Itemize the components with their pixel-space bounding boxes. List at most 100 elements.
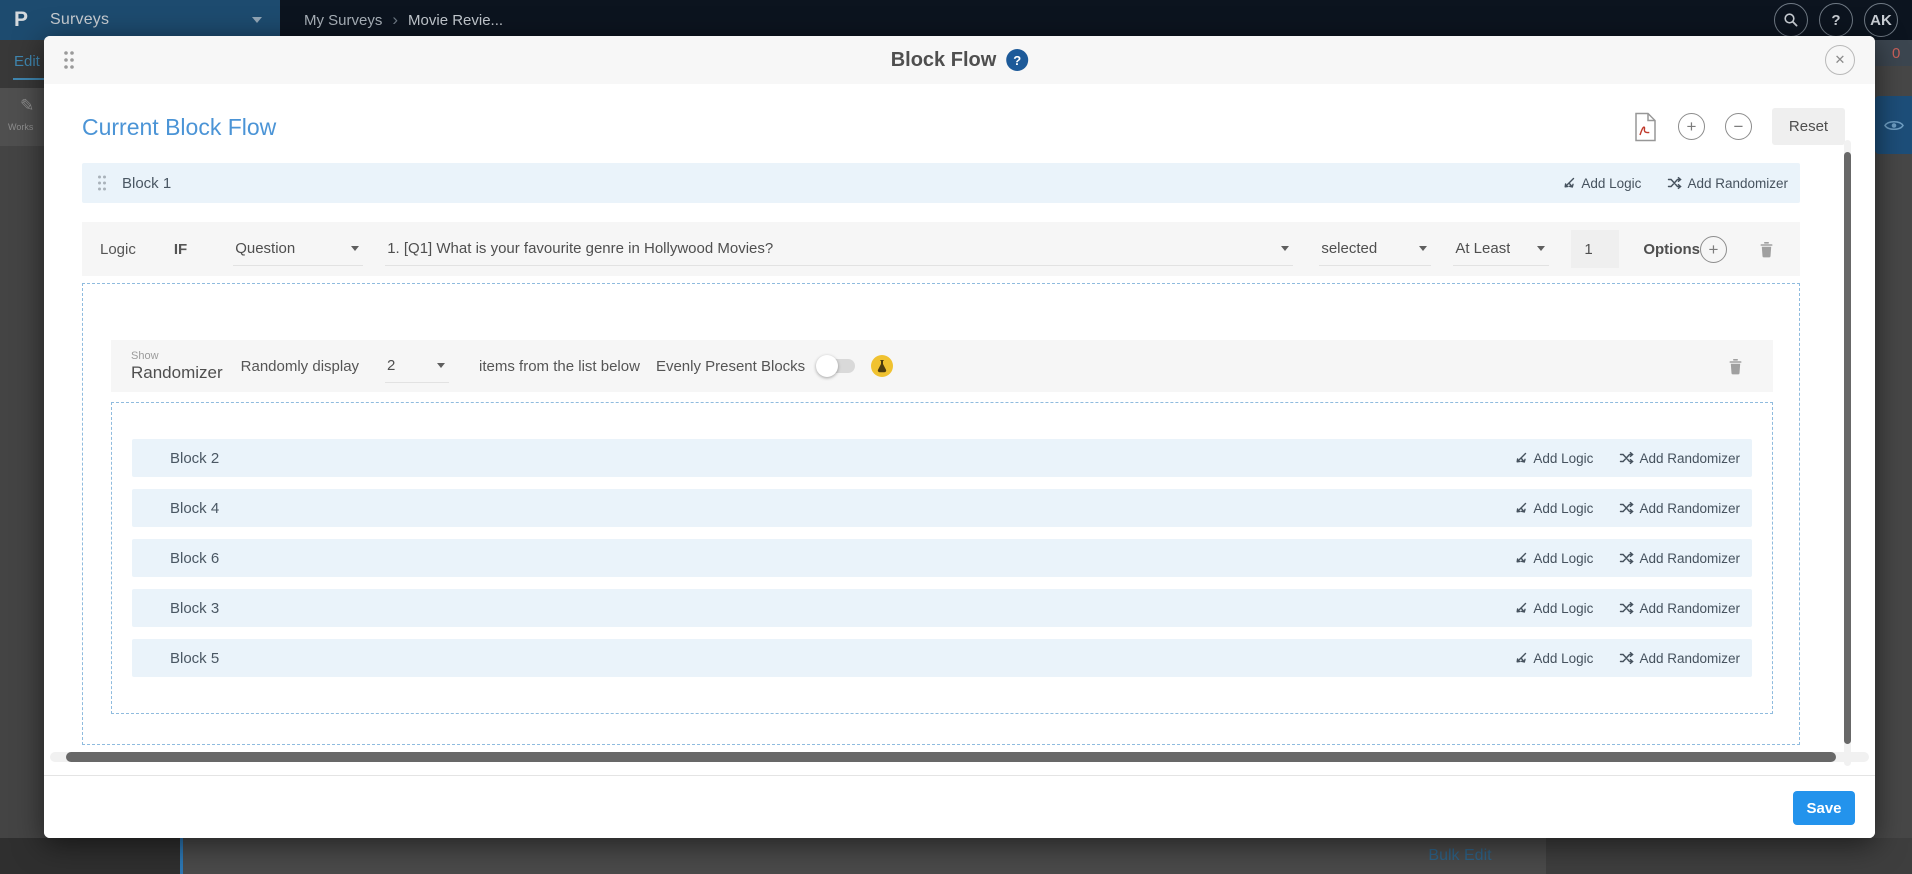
breadcrumb: My Surveys › Movie Revie... [304,0,503,40]
add-randomizer-button[interactable]: Add Randomizer [1619,501,1740,516]
modal-title: Block Flow [890,48,997,71]
breadcrumb-separator-icon: › [392,10,399,29]
zoom-out-button[interactable]: − [1725,113,1752,140]
condition-dropdown[interactable]: selected [1319,232,1432,266]
randomizer-block-list: Block 2 Add Logic Add Randomizer Block 4… [111,402,1773,714]
shuffle-icon [1620,601,1635,615]
logic-row: Logic IF Question 1. [Q1] What is your f… [82,222,1800,276]
count-input[interactable] [1571,230,1620,268]
evenly-present-label: Evenly Present Blocks [655,357,806,375]
help-button[interactable]: ? [1819,3,1853,37]
add-logic-button[interactable]: Add Logic [1562,176,1641,191]
close-button[interactable]: ✕ [1825,45,1855,75]
logic-branch-icon [1516,502,1527,513]
bottom-left-panel [0,838,180,874]
modal-footer: Save [44,775,1875,838]
tab-edit[interactable]: Edit [0,40,44,88]
beta-feature-badge [871,355,894,377]
sidebar-item-workspace[interactable]: ✎ Works [0,88,44,146]
app-topbar: P Surveys My Surveys › Movie Revie... ? … [0,0,1912,40]
eye-icon [1883,120,1904,130]
chevron-down-icon [1419,246,1428,251]
drag-handle-icon[interactable] [96,174,108,192]
left-nav-strip [0,40,44,838]
add-logic-button[interactable]: Add Logic [1514,601,1593,616]
horizontal-scrollbar-thumb[interactable] [66,752,1836,762]
shuffle-icon [1620,651,1635,665]
notification-badge: 0 [1875,40,1912,66]
block-flow-modal: Block Flow ? ✕ Current Block Flow + − Re… [44,36,1875,838]
zoom-in-button[interactable]: + [1678,113,1705,140]
add-randomizer-button[interactable]: Add Randomizer [1667,176,1788,191]
randomizer-mode-label: Randomly display [240,357,360,375]
add-logic-button[interactable]: Add Logic [1514,551,1593,566]
product-switcher[interactable]: P Surveys [0,0,280,40]
vertical-scrollbar-thumb[interactable] [1844,152,1851,744]
add-logic-button[interactable]: Add Logic [1514,501,1593,516]
randomizer-count-dropdown[interactable]: 2 [385,349,450,383]
comparison-dropdown[interactable]: At Least [1453,232,1550,266]
block-row-block6[interactable]: Block 6 Add Logic Add Randomizer [132,539,1752,577]
add-condition-button[interactable]: + [1700,235,1727,263]
section-title: Current Block Flow [82,114,277,140]
block-label: Block 3 [170,599,220,617]
delete-randomizer-icon[interactable] [1728,358,1743,375]
block-label: Block 6 [170,549,220,567]
chevron-down-icon [252,17,262,23]
logic-label: Logic [100,240,136,258]
flask-icon [877,360,887,373]
breadcrumb-my-surveys[interactable]: My Surveys [304,12,382,29]
options-label: Options [1643,240,1700,258]
selected-question-edge [180,838,183,874]
active-tab-underline [13,78,44,80]
preview-button[interactable] [1875,96,1912,154]
add-logic-button[interactable]: Add Logic [1514,451,1593,466]
workspace-icon: ✎ [20,96,35,115]
logic-target-container: Show Randomizer Randomly display 2 items… [82,283,1800,745]
add-logic-button[interactable]: Add Logic [1514,651,1593,666]
shuffle-icon [1668,176,1683,190]
chevron-down-icon [1537,246,1546,251]
add-randomizer-button[interactable]: Add Randomizer [1619,451,1740,466]
reset-button[interactable]: Reset [1772,108,1845,145]
drag-handle-icon[interactable] [62,49,76,71]
search-button[interactable] [1774,3,1808,37]
block-row-block2[interactable]: Block 2 Add Logic Add Randomizer [132,439,1752,477]
delete-logic-icon[interactable] [1759,241,1774,258]
block-label: Block 1 [122,174,172,192]
export-pdf-icon[interactable] [1633,112,1658,142]
shuffle-icon [1620,551,1635,565]
block-row-block1[interactable]: Block 1 Add Logic Add Randomizer [82,163,1800,203]
block-label: Block 2 [170,449,220,467]
bulk-edit-link[interactable]: Bulk Edit [1395,838,1525,874]
add-randomizer-button[interactable]: Add Randomizer [1619,651,1740,666]
avatar[interactable]: AK [1864,3,1898,37]
chevron-down-icon [351,246,360,251]
plus-icon: + [1686,117,1697,136]
screen: P Surveys My Surveys › Movie Revie... ? … [0,0,1912,874]
add-randomizer-button[interactable]: Add Randomizer [1619,551,1740,566]
toggle-knob [816,355,839,377]
chevron-down-icon [437,363,446,368]
block-label: Block 4 [170,499,220,517]
randomizer-title: Show Randomizer [131,349,223,382]
question-dropdown[interactable]: 1. [Q1] What is your favourite genre in … [385,232,1294,266]
modal-help-icon[interactable]: ? [1006,49,1029,71]
logic-type-dropdown[interactable]: Question [233,232,364,266]
block-row-block4[interactable]: Block 4 Add Logic Add Randomizer [132,489,1752,527]
block-label: Block 5 [170,649,220,667]
right-rail [1875,40,1912,838]
search-icon [1784,13,1798,27]
product-name: Surveys [50,11,110,28]
close-icon: ✕ [1834,52,1846,67]
minus-icon: − [1733,117,1744,136]
breadcrumb-survey-name[interactable]: Movie Revie... [408,12,503,29]
block-row-block3[interactable]: Block 3 Add Logic Add Randomizer [132,589,1752,627]
add-randomizer-button[interactable]: Add Randomizer [1619,601,1740,616]
logic-branch-icon [1516,552,1527,563]
logic-branch-icon [1564,177,1575,188]
save-button[interactable]: Save [1793,791,1855,825]
block-row-block5[interactable]: Block 5 Add Logic Add Randomizer [132,639,1752,677]
evenly-present-toggle[interactable] [816,355,856,377]
randomizer-header: Show Randomizer Randomly display 2 items… [111,340,1773,392]
